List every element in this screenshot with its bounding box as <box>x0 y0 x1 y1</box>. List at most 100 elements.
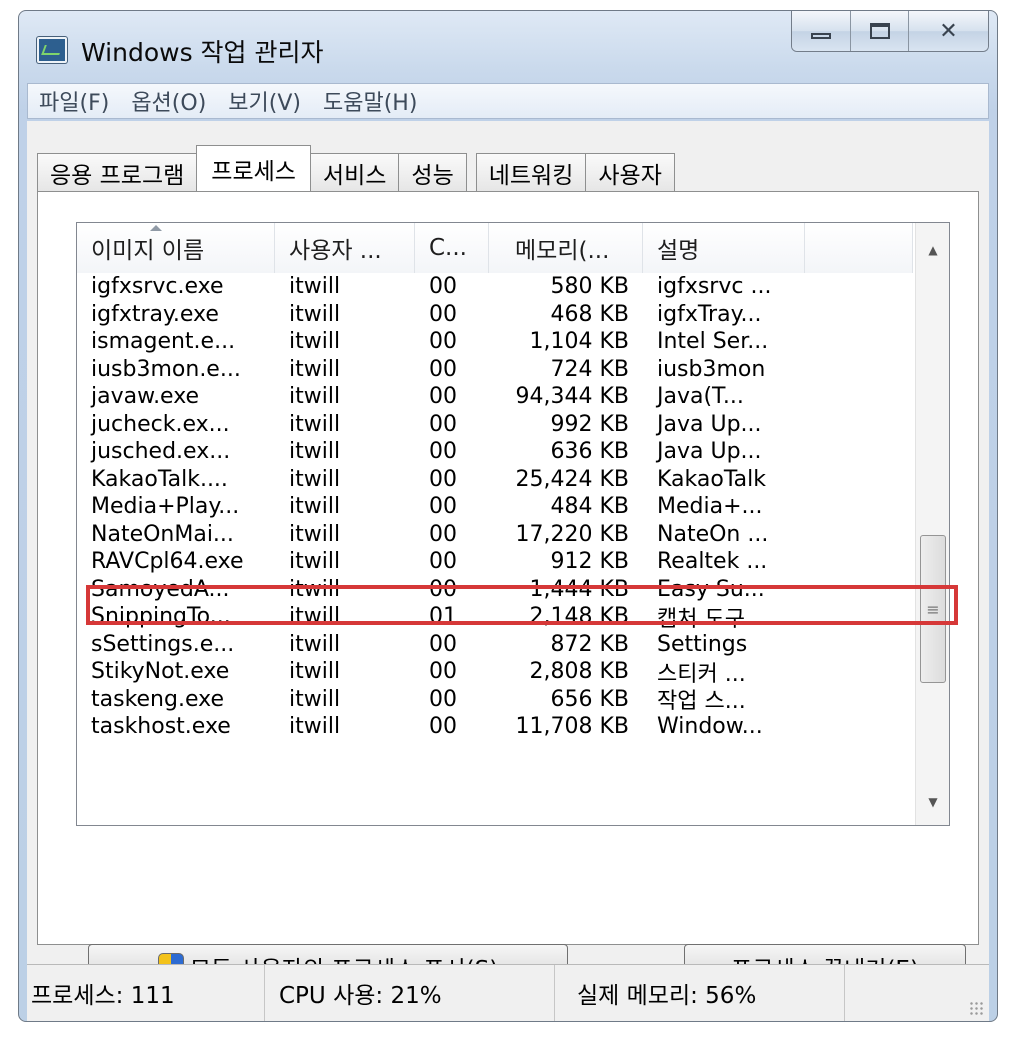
process-row[interactable]: jucheck.ex... itwill 00 992 KB Java Up... <box>77 411 913 439</box>
status-cpu-usage: CPU 사용: 21% <box>265 965 555 1021</box>
column-memory[interactable]: 메모리(... <box>489 223 643 273</box>
column-header: 이미지 이름 사용자 ... C... 메모리(... 설명 <box>77 223 913 273</box>
user-name-cell: itwill <box>289 576 341 602</box>
process-row[interactable]: igfxsrvc.exe itwill 00 580 KB igfxsrvc ... <box>77 273 913 301</box>
memory-cell: 992 KB <box>550 411 629 437</box>
memory-cell: 484 KB <box>550 494 629 520</box>
column-image-name[interactable]: 이미지 이름 <box>77 223 275 273</box>
status-physical-memory: 실제 메모리: 56% <box>555 965 845 1021</box>
minimize-icon <box>811 33 831 39</box>
process-list[interactable]: 이미지 이름 사용자 ... C... 메모리(... 설명 igfxsrvc.… <box>76 222 950 826</box>
user-name-cell: itwill <box>289 466 341 492</box>
scroll-up-icon[interactable]: ▲ <box>916 233 949 267</box>
close-icon: ✕ <box>939 18 958 44</box>
memory-cell: 1,104 KB <box>529 329 630 355</box>
user-name-cell: itwill <box>289 549 341 575</box>
user-name-cell: itwill <box>289 659 341 685</box>
tab-applications[interactable]: 응용 프로그램 <box>37 153 198 191</box>
cpu-cell: 00 <box>429 549 457 575</box>
cpu-cell: 00 <box>429 356 457 382</box>
description-cell: igfxTray... <box>657 301 762 327</box>
menu-file[interactable]: 파일(F) <box>28 85 120 117</box>
image-name-cell: sSettings.e... <box>91 631 235 657</box>
vertical-scrollbar[interactable]: ▲ ≡ ▼ <box>915 223 949 825</box>
cpu-cell: 00 <box>429 631 457 657</box>
memory-cell: 25,424 KB <box>515 466 630 492</box>
memory-cell: 656 KB <box>550 686 629 712</box>
user-name-cell: itwill <box>289 274 341 300</box>
user-name-cell: itwill <box>289 384 341 410</box>
maximize-icon <box>869 23 890 39</box>
client-area: 응용 프로그램 프로세스 서비스 성능 네트워킹 사용자 이미지 이름 사용자 … <box>27 121 989 1021</box>
description-cell: Easy Su... <box>657 576 765 602</box>
image-name-cell: RAVCpl64.exe <box>91 549 244 575</box>
memory-cell: 724 KB <box>550 356 629 382</box>
memory-cell: 580 KB <box>550 274 629 300</box>
minimize-button[interactable] <box>792 11 850 51</box>
tab-networking[interactable]: 네트워킹 <box>475 153 587 191</box>
description-cell: igfxsrvc ... <box>657 274 772 300</box>
column-cpu[interactable]: C... <box>415 223 489 273</box>
memory-cell: 17,220 KB <box>515 521 630 547</box>
process-row[interactable]: jusched.ex... itwill 00 636 KB Java Up... <box>77 438 913 466</box>
description-cell: Java Up... <box>657 439 762 465</box>
memory-cell: 912 KB <box>550 549 629 575</box>
column-user-name[interactable]: 사용자 ... <box>275 223 415 273</box>
memory-cell: 2,808 KB <box>529 659 630 685</box>
description-cell: 작업 스... <box>657 689 746 715</box>
process-row[interactable]: sSettings.e... itwill 00 872 KB Settings <box>77 631 913 659</box>
sort-ascending-icon <box>150 225 162 231</box>
process-row[interactable]: ismagent.e... itwill 00 1,104 KB Intel Ser..… <box>77 328 913 356</box>
tab-processes[interactable]: 프로세스 <box>196 145 311 191</box>
close-button[interactable]: ✕ <box>908 11 988 51</box>
description-cell: 캡처 도구 <box>657 606 745 632</box>
process-row[interactable]: igfxtray.exe itwill 00 468 KB igfxTray... <box>77 301 913 329</box>
menu-help[interactable]: 도움말(H) <box>312 85 428 117</box>
cpu-cell: 00 <box>429 521 457 547</box>
memory-cell: 94,344 KB <box>515 384 630 410</box>
process-row[interactable]: SamoyedA... itwill 00 1,444 KB Easy Su... <box>77 576 913 604</box>
column-description[interactable]: 설명 <box>643 223 805 273</box>
tab-performance[interactable]: 성능 <box>398 153 467 191</box>
process-row[interactable]: taskhost.exe itwill 00 11,708 KB Window... <box>77 713 913 741</box>
title-bar[interactable]: Windows 작업 관리자 ✕ <box>19 11 997 79</box>
processes-panel: 이미지 이름 사용자 ... C... 메모리(... 설명 igfxsrvc.… <box>37 191 979 990</box>
resize-grip-icon[interactable] <box>969 1001 983 1015</box>
process-row[interactable]: StikyNot.exe itwill 00 2,808 KB 스티커 ... <box>77 658 913 687</box>
user-name-cell: itwill <box>289 686 341 712</box>
tab-users[interactable]: 사용자 <box>585 153 675 191</box>
description-cell: NateOn ... <box>657 521 769 547</box>
task-manager-window: Windows 작업 관리자 ✕ 파일(F) 옵션(O) 보기(V) 도움말(H… <box>18 10 998 1022</box>
process-row[interactable]: SnippingTo... itwill 01 2,148 KB 캡처 도구 <box>77 603 913 632</box>
description-cell: Settings <box>657 631 748 657</box>
scroll-down-icon[interactable]: ▼ <box>916 785 949 819</box>
process-row[interactable]: NateOnMai... itwill 00 17,220 KB NateOn ... <box>77 521 913 549</box>
process-row-selected[interactable]: javaw.exe itwill 00 94,344 KB Java(T... <box>77 383 913 411</box>
maximize-button[interactable] <box>850 11 908 51</box>
column-label: 이미지 이름 <box>91 238 205 264</box>
user-name-cell: itwill <box>289 356 341 382</box>
process-row[interactable]: KakaoTalk.... itwill 00 25,424 KB KakaoTalk <box>77 466 913 494</box>
scroll-thumb[interactable]: ≡ <box>920 535 946 683</box>
menu-view[interactable]: 보기(V) <box>217 85 312 117</box>
user-name-cell: itwill <box>289 301 341 327</box>
process-row[interactable]: RAVCpl64.exe itwill 00 912 KB Realtek ... <box>77 548 913 576</box>
user-name-cell: itwill <box>289 329 341 355</box>
grip-lines-icon: ≡ <box>926 599 940 619</box>
image-name-cell: taskeng.exe <box>91 686 224 712</box>
image-name-cell: StikyNot.exe <box>91 659 230 685</box>
image-name-cell: taskhost.exe <box>91 714 231 740</box>
tab-services[interactable]: 서비스 <box>309 153 400 191</box>
menu-options[interactable]: 옵션(O) <box>120 85 217 117</box>
process-row[interactable]: iusb3mon.e... itwill 00 724 KB iusb3mon <box>77 356 913 384</box>
memory-cell: 468 KB <box>550 301 629 327</box>
cpu-cell: 00 <box>429 411 457 437</box>
status-bar: 프로세스: 111 CPU 사용: 21% 실제 메모리: 56% <box>27 964 989 1021</box>
image-name-cell: ismagent.e... <box>91 329 236 355</box>
cpu-cell: 00 <box>429 439 457 465</box>
cpu-cell: 00 <box>429 274 457 300</box>
window-title: Windows 작업 관리자 <box>81 38 324 67</box>
process-row[interactable]: Media+Play... itwill 00 484 KB Media+... <box>77 493 913 521</box>
process-row[interactable]: taskeng.exe itwill 00 656 KB 작업 스... <box>77 686 913 715</box>
image-name-cell: igfxtray.exe <box>91 301 219 327</box>
